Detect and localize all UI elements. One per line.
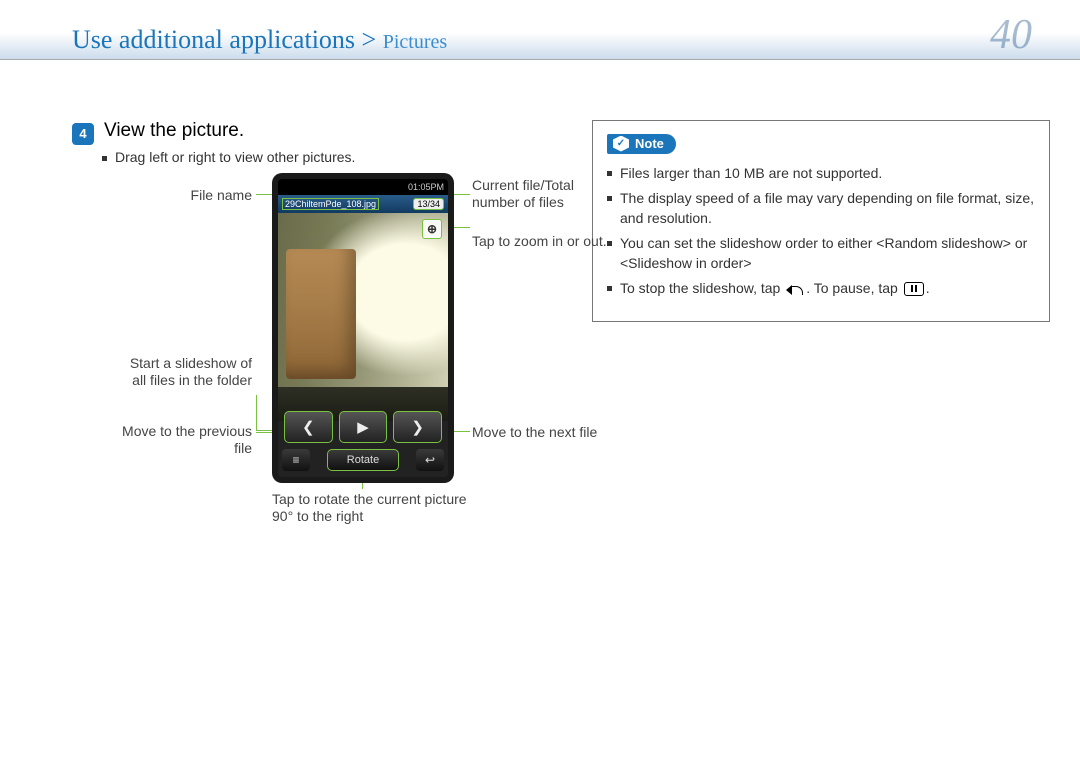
note-badge-label: Note [635, 136, 664, 151]
label-file-name: File name [132, 187, 252, 205]
breadcrumb-sub: Pictures [383, 31, 447, 53]
prev-button[interactable]: ❮ [284, 411, 333, 443]
page-number: 40 [990, 14, 1040, 56]
pause-icon [904, 282, 924, 296]
note-item-4c: . [926, 280, 930, 296]
note-cube-icon: ✓ [613, 136, 629, 152]
note-item: You can set the slideshow order to eithe… [620, 234, 1035, 273]
device-file-counter: 13/34 [413, 198, 444, 210]
note-box: ✓ Note Files larger than 10 MB are not s… [592, 120, 1050, 322]
next-button[interactable]: ❯ [393, 411, 442, 443]
label-rotate: Tap to rotate the current picture 90° to… [272, 491, 472, 526]
note-item-4: To stop the slideshow, tap . To pause, t… [620, 279, 930, 299]
right-column: ✓ Note Files larger than 10 MB are not s… [592, 120, 1050, 537]
zoom-button[interactable]: ⊕ [422, 219, 442, 239]
label-current-total: Current file/Total number of files [472, 177, 612, 212]
note-item: The display speed of a file may vary dep… [620, 189, 1035, 228]
breadcrumb-sep: > [355, 25, 383, 54]
note-item: Files larger than 10 MB are not supporte… [620, 164, 882, 184]
device-diagram: File name Start a slideshow of all files… [72, 177, 552, 537]
label-prev: Move to the previous file [112, 423, 252, 458]
device-photo[interactable] [278, 213, 448, 421]
left-column: 4 View the picture. Drag left or right t… [72, 120, 552, 537]
rotate-button[interactable]: Rotate [327, 449, 399, 471]
breadcrumb: Use additional applications > Pictures [72, 25, 447, 55]
step-title: View the picture. [104, 120, 244, 142]
label-slideshow: Start a slideshow of all files in the fo… [112, 355, 252, 390]
device-mockup: 01:05PM 29ChiltemPde_108.jpg 13/34 ⊕ ❮ ▶… [272, 173, 454, 483]
note-badge: ✓ Note [607, 134, 676, 154]
bullet-dot [102, 156, 107, 161]
bullet-dot [607, 286, 612, 291]
page-header: Use additional applications > Pictures 4… [0, 0, 1080, 60]
step-number-badge: 4 [72, 123, 94, 145]
note-item-4b: . To pause, tap [806, 280, 901, 296]
breadcrumb-main: Use additional applications [72, 25, 355, 54]
device-status-bar: 01:05PM [278, 179, 448, 195]
step-bullet-text: Drag left or right to view other picture… [115, 149, 355, 165]
device-clock: 01:05PM [408, 182, 444, 192]
back-arrow-icon [786, 283, 804, 297]
bullet-dot [607, 171, 612, 176]
menu-button[interactable]: ≡ [282, 449, 310, 471]
label-next: Move to the next file [472, 424, 612, 442]
note-item-4a: To stop the slideshow, tap [620, 280, 784, 296]
play-slideshow-button[interactable]: ▶ [339, 411, 388, 443]
device-title-bar: 29ChiltemPde_108.jpg 13/34 [278, 195, 448, 213]
back-button[interactable]: ↩ [416, 449, 444, 471]
label-zoom: Tap to zoom in or out. [472, 233, 612, 251]
device-filename: 29ChiltemPde_108.jpg [282, 198, 379, 210]
leader-line [256, 395, 257, 430]
